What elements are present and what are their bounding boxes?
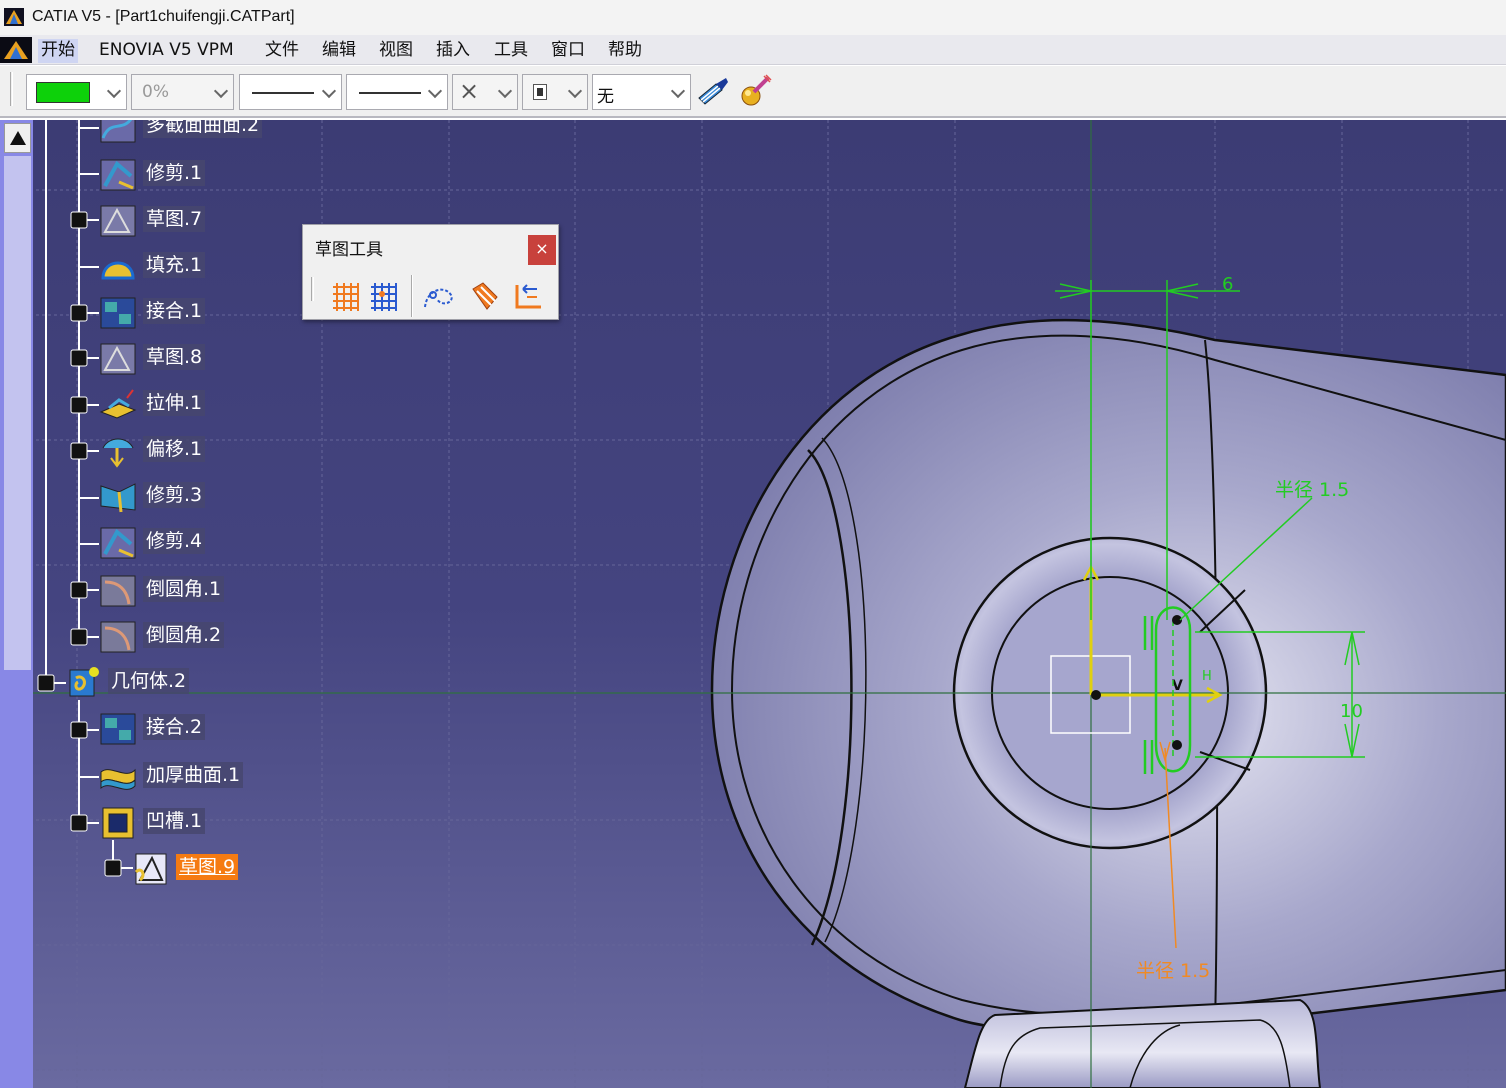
distance-dimension-value: 6 [1222,274,1233,295]
close-icon[interactable]: × [528,235,556,265]
join-icon [100,297,136,329]
thick-surface-icon [100,768,136,790]
sketch-icon [100,343,136,375]
menu-tools[interactable]: 工具 [491,39,531,63]
apply-material-icon[interactable] [738,74,774,110]
chevron-down-icon[interactable] [211,75,233,109]
sketch-icon [134,853,167,885]
cross-point-icon: × [459,77,480,105]
sketch-tools-panel[interactable]: 草图工具 × [302,224,559,320]
tree-item-label: 倒圆角.2 [143,622,225,648]
chevron-down-icon[interactable] [668,75,690,109]
graphic-properties-toolbar: 0% × 无 [0,66,1506,118]
menu-window[interactable]: 窗口 [548,39,588,63]
transparency-value: 0% [142,82,169,102]
color-swatch [36,82,90,103]
offset-icon [102,438,134,468]
tree-item-label: 倒圆角.1 [143,576,225,602]
dimensional-constraints-icon[interactable] [511,279,545,313]
tree-item-label: 修剪.3 [143,482,206,508]
window-title: CATIA V5 - [Part1chuifengji.CATPart] [32,8,295,25]
menu-bar: 开始 ENOVIA V5 VPM 文件 编辑 视图 插入 工具 窗口 帮助 [0,35,1506,65]
sketch-icon [100,205,136,237]
tree-item-label: 拉伸.1 [143,390,206,416]
catia-logo-icon[interactable] [0,37,32,63]
layer-value: 无 [597,87,614,107]
tree-item-label: 凹槽.1 [143,808,206,834]
tree-item-label: 填充.1 [143,252,206,278]
height-dimension-value: 10 [1340,701,1363,722]
tree-item-label: 接合.1 [143,298,206,324]
radius-dimension-upper[interactable]: 半径 1.5 [1275,479,1349,501]
menu-edit[interactable]: 编辑 [319,39,359,63]
fill-color-combo[interactable] [26,74,127,110]
radius-dimension-lower[interactable]: 半径 1.5 [1136,960,1210,982]
render-style-icon [533,84,547,100]
fillet-icon [100,575,136,607]
dryer-handle-neck [963,998,1322,1088]
point-symbol-combo[interactable]: × [452,74,518,110]
line-type-icon [359,92,421,94]
layer-combo[interactable]: 无 [592,74,691,110]
tree-item-label: 修剪.1 [143,160,206,186]
pocket-icon [102,807,134,839]
tree-item-label: 几何体.2 [108,668,190,694]
tree-item-label: 加厚曲面.1 [143,762,244,788]
trim-icon [100,527,136,559]
extrude-icon [99,389,137,419]
trim-icon [100,483,136,513]
transparency-combo[interactable]: 0% [131,74,234,110]
3d-viewport[interactable]: V 6 半径 1.5 10 H 半径 1.5 多截面曲面.2 修剪.1 草图.7… [0,120,1506,1088]
catia-app-icon [4,8,24,26]
chevron-down-icon[interactable] [319,75,341,109]
scrollbar-thumb[interactable] [4,156,31,670]
toolbar-grip[interactable] [10,72,13,106]
render-style-combo[interactable] [522,74,588,110]
scroll-up-arrow-icon[interactable] [4,123,31,153]
fill-icon [101,261,135,280]
chevron-down-icon[interactable] [565,75,587,109]
panel-title: 草图工具 [315,240,383,260]
painter-brush-icon[interactable] [696,76,730,110]
multi-section-surface-icon [100,120,136,143]
line-thickness-icon [252,92,314,94]
tree-item-label: 草图.9 [176,854,239,880]
line-thickness-combo[interactable] [239,74,342,110]
h-constraint-label: H [1202,669,1212,684]
menu-view[interactable]: 视图 [376,39,416,63]
join-icon [100,713,136,745]
tree-item-label: 接合.2 [143,714,206,740]
tree-item-label: 修剪.4 [143,528,206,554]
tree-item-label: 草图.8 [143,344,206,370]
geometrical-constraints-icon[interactable] [467,279,501,313]
snap-to-point-icon[interactable] [367,279,401,313]
trim-icon [100,159,136,191]
separator [411,275,413,317]
line-type-combo[interactable] [346,74,448,110]
chevron-down-icon[interactable] [495,75,517,109]
menu-file[interactable]: 文件 [262,39,302,63]
panel-grip[interactable] [311,277,314,301]
menu-insert[interactable]: 插入 [433,39,473,63]
tree-item-label: 多截面曲面.2 [143,120,263,138]
tree-item-label: 偏移.1 [143,436,206,462]
grid-icon[interactable] [329,279,363,313]
chevron-down-icon[interactable] [104,75,126,109]
title-bar: CATIA V5 - [Part1chuifengji.CATPart] [0,0,1506,35]
menu-start[interactable]: 开始 [38,39,78,63]
tree-item-label: 草图.7 [143,206,206,232]
fillet-icon [100,621,136,653]
construction-element-icon[interactable] [421,279,455,313]
body-icon [69,667,99,697]
menu-help[interactable]: 帮助 [605,39,645,63]
menu-enovia[interactable]: ENOVIA V5 VPM [96,39,237,63]
chevron-down-icon[interactable] [425,75,447,109]
